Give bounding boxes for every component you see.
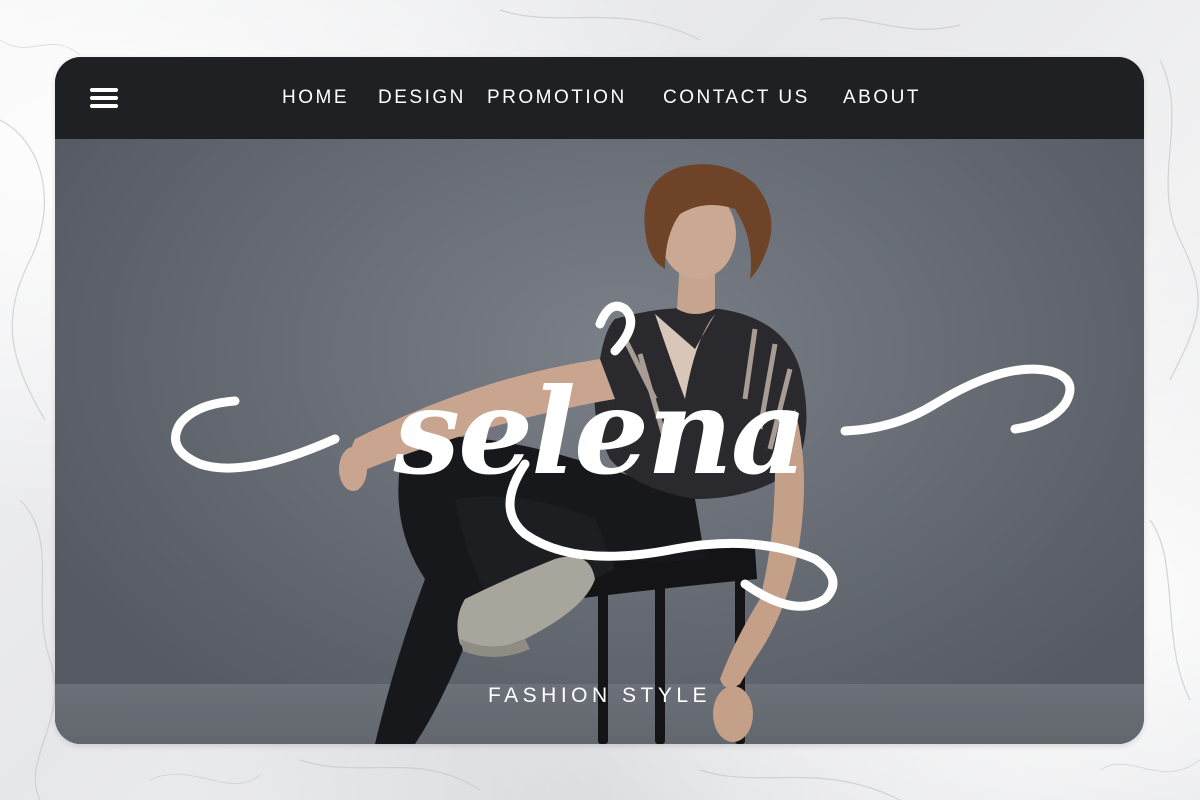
nav-link-design[interactable]: DESIGN bbox=[378, 86, 466, 110]
top-navigation-bar: HOME DESIGN PROMOTION CONTACT US ABOUT bbox=[55, 57, 1144, 139]
selena-logo-text: selena bbox=[393, 362, 808, 501]
hero-tagline: FASHION STYLE bbox=[487, 684, 712, 707]
hero-section: selena FASHION STYLE bbox=[55, 139, 1144, 744]
hamburger-menu-icon[interactable] bbox=[90, 86, 120, 110]
nav-link-about[interactable]: ABOUT bbox=[843, 86, 921, 110]
nav-link-home[interactable]: HOME bbox=[282, 86, 349, 110]
nav-link-contact-us[interactable]: CONTACT US bbox=[663, 86, 810, 110]
nav-link-promotion[interactable]: PROMOTION bbox=[487, 86, 627, 110]
website-mockup-card: HOME DESIGN PROMOTION CONTACT US ABOUT s… bbox=[55, 57, 1144, 744]
